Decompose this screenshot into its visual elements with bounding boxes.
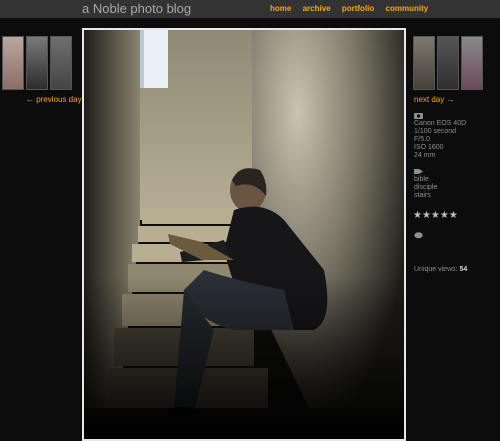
exif-camera: Canon EOS 40D: [414, 120, 467, 127]
nav-community[interactable]: community: [386, 4, 429, 13]
previous-day-link[interactable]: ← previous day: [26, 95, 82, 104]
main-nav: home archive portfolio community: [270, 4, 437, 13]
tag-stairs[interactable]: stairs: [414, 192, 437, 200]
previous-thumbnails: [2, 36, 72, 90]
comment-icon[interactable]: [414, 232, 423, 239]
exif-aperture: F/5.0: [414, 136, 430, 143]
rating-stars[interactable]: ★★★★★: [413, 210, 458, 221]
nav-home[interactable]: home: [270, 4, 291, 13]
camera-icon: [414, 113, 423, 119]
previous-thumbnail[interactable]: [26, 36, 48, 90]
tag-list: bible disciple stairs: [414, 176, 437, 200]
views-count: 54: [459, 266, 468, 273]
previous-thumbnail[interactable]: [50, 36, 72, 90]
tag-bible[interactable]: bible: [414, 176, 437, 184]
nav-archive[interactable]: archive: [303, 4, 331, 13]
tag-disciple[interactable]: disciple: [414, 184, 437, 192]
nav-portfolio[interactable]: portfolio: [342, 4, 374, 13]
next-thumbnail[interactable]: [413, 36, 435, 90]
photo-image: [84, 30, 404, 439]
previous-thumbnail[interactable]: [2, 36, 24, 90]
exif-focal-length: 24 mm: [414, 152, 436, 159]
exif-iso: ISO 1600: [414, 144, 444, 151]
site-title[interactable]: a Noble photo blog: [82, 1, 191, 16]
next-thumbnails: [413, 36, 483, 90]
exif-info: Canon EOS 40D 1/100 second F/5.0 ISO 160…: [414, 120, 466, 160]
next-day-link[interactable]: next day →: [414, 95, 454, 104]
next-thumbnail[interactable]: [437, 36, 459, 90]
exif-shutter: 1/100 second: [414, 128, 457, 135]
main-photo[interactable]: [82, 28, 406, 441]
unique-views: Unique views: 54: [414, 266, 467, 273]
next-thumbnail[interactable]: [461, 36, 483, 90]
views-label: Unique views:: [414, 266, 458, 273]
tag-icon: [414, 169, 423, 174]
